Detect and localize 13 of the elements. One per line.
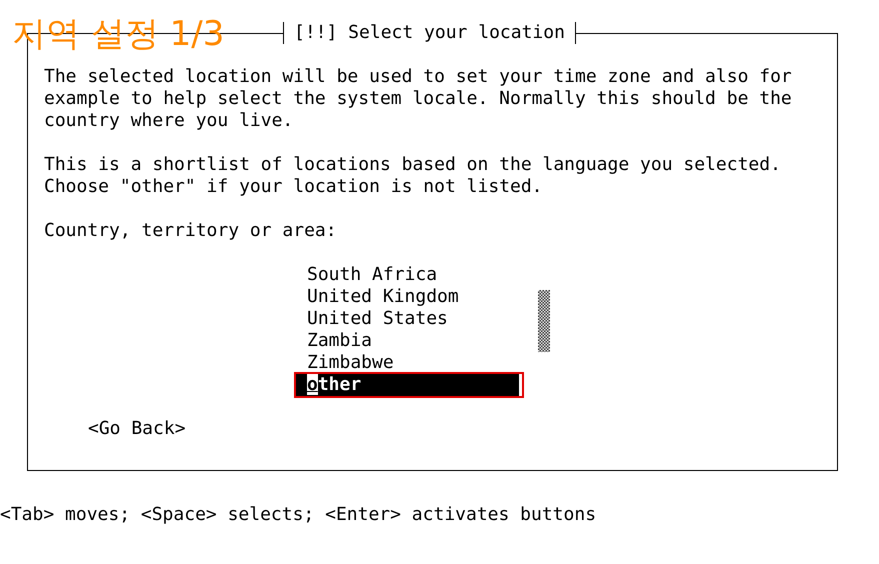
location-option[interactable]: United Kingdom (296, 286, 522, 308)
location-option[interactable]: South Africa (296, 264, 522, 286)
location-option[interactable]: other (296, 374, 522, 396)
dialog-title: [!!] Select your location (283, 22, 576, 44)
location-option[interactable]: United States (296, 308, 522, 330)
key-hint: <Tab> moves; <Space> selects; <Enter> activates buttons (0, 504, 598, 526)
go-back-button[interactable]: <Go Back> (88, 418, 186, 440)
location-option[interactable]: Zambia (296, 330, 522, 352)
dialog-text: This is a shortlist of locations based on the language you selected. Choose "other" if your location is not listed. (44, 154, 782, 198)
location-option[interactable]: Zimbabwe (296, 352, 522, 374)
dialog-text: Country, territory or area: (44, 220, 338, 242)
dialog-text: The selected location will be used to set your time zone and also for example to help select the system locale. Normally this should be the country where you live. (44, 66, 793, 132)
scroll-indicator (538, 290, 550, 352)
